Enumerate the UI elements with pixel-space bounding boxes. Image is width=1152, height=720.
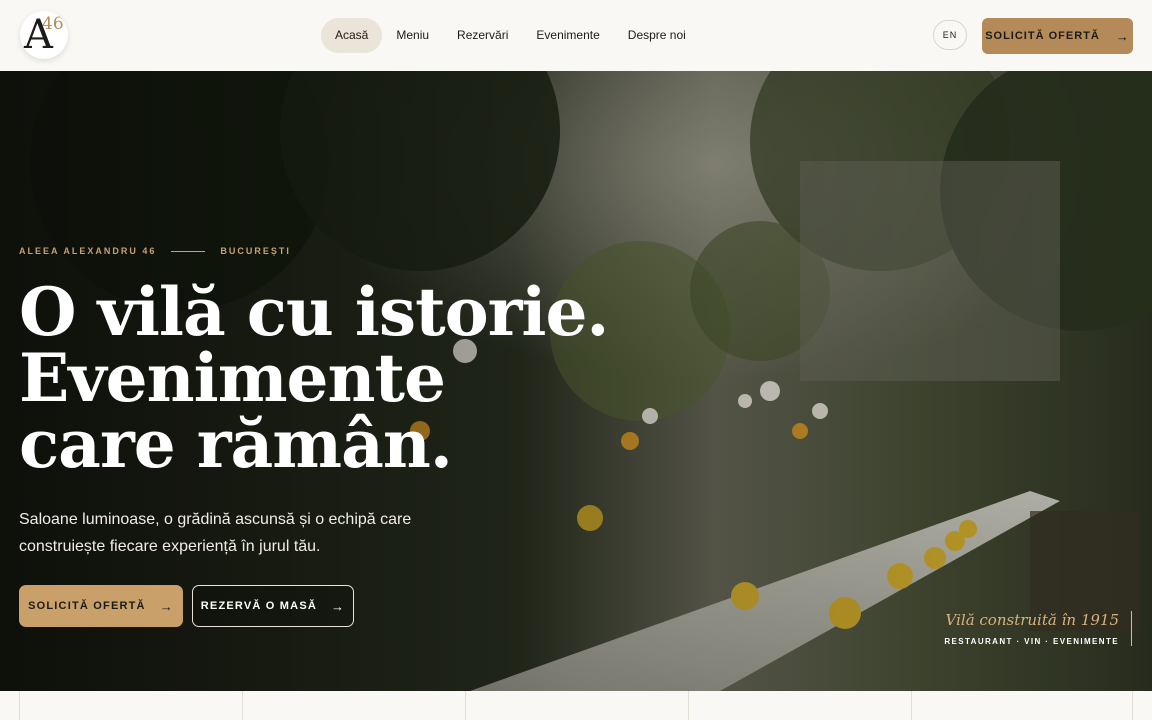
nav-item-evenimente[interactable]: Evenimente xyxy=(522,18,613,53)
kicker-address: ALEEA ALEXANDRU 46 xyxy=(19,246,157,256)
nav-item-rezervari[interactable]: Rezervări xyxy=(443,18,522,53)
language-switch[interactable]: EN xyxy=(933,20,967,50)
request-offer-label: SOLICITĂ OFERTĂ xyxy=(985,30,1100,42)
feature-cell xyxy=(242,691,465,720)
request-offer-button-header[interactable]: SOLICITĂ OFERTĂ → xyxy=(982,18,1133,54)
hero-subtitle: Saloane luminoase, o grădină ascunsă și … xyxy=(19,511,412,555)
book-table-button-label: REZERVĂ O MASĂ xyxy=(200,600,318,612)
request-offer-button-label: SOLICITĂ OFERTĂ xyxy=(28,600,146,612)
headline-line-3: care rămân. xyxy=(19,405,453,483)
arrow-right-icon: → xyxy=(331,598,346,614)
hero-content: ALEEA ALEXANDRU 46 BUCUREȘTI O vilă cu i… xyxy=(0,71,1152,691)
feature-cell xyxy=(688,691,911,720)
arrow-right-icon: → xyxy=(1115,28,1130,44)
hero-section: ALEEA ALEXANDRU 46 BUCUREȘTI O vilă cu i… xyxy=(0,71,1152,691)
kicker-divider xyxy=(171,250,206,252)
book-table-button[interactable]: REZERVĂ O MASĂ → xyxy=(192,585,354,627)
nav-item-meniu[interactable]: Meniu xyxy=(382,18,443,53)
feature-cell xyxy=(465,691,688,720)
address-kicker: ALEEA ALEXANDRU 46 BUCUREȘTI xyxy=(19,246,291,256)
feature-cell xyxy=(19,691,242,720)
main-nav: Acasă Meniu Rezervări Evenimente Despre … xyxy=(321,18,700,53)
arrow-right-icon: → xyxy=(159,598,174,614)
site-header: A 46 Acasă Meniu Rezervări Evenimente De… xyxy=(0,0,1152,71)
hero-headline: O vilă cu istorie. Evenimente care rămân… xyxy=(19,273,609,483)
headline-line-2: Evenimente xyxy=(19,339,446,417)
kicker-city: BUCUREȘTI xyxy=(220,246,291,256)
nav-item-despre-noi[interactable]: Despre noi xyxy=(614,18,700,53)
heritage-badge: Vilă construită în 1915 RESTAURANT · VIN… xyxy=(944,611,1132,646)
nav-item-acasa[interactable]: Acasă xyxy=(321,18,383,53)
badge-title: Vilă construită în 1915 xyxy=(945,611,1119,629)
logo-number: 46 xyxy=(42,14,64,34)
feature-strip xyxy=(0,691,1152,720)
request-offer-button[interactable]: SOLICITĂ OFERTĂ → xyxy=(19,585,183,627)
logo[interactable]: A 46 xyxy=(20,11,68,59)
badge-subtitle: RESTAURANT · VIN · EVENIMENTE xyxy=(944,637,1119,646)
feature-cell xyxy=(911,691,1133,720)
headline-line-1: O vilă cu istorie. xyxy=(19,273,609,351)
